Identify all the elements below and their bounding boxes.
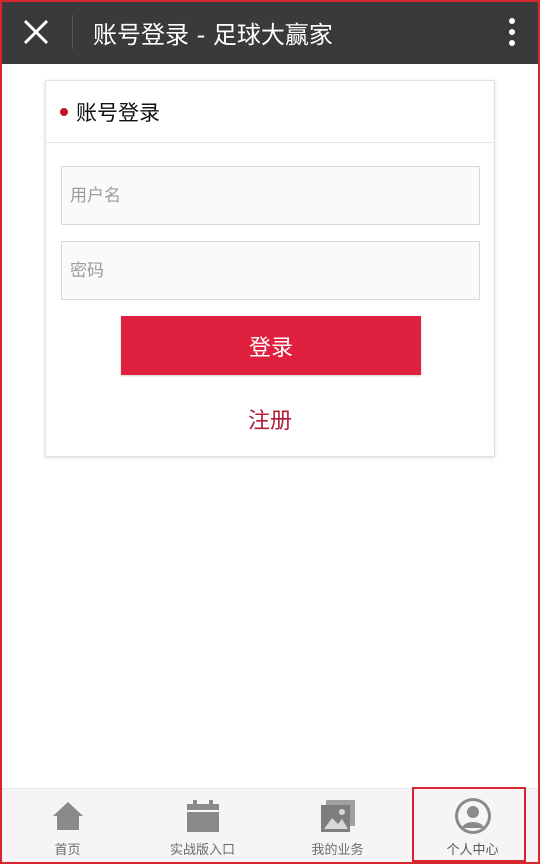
calendar-icon [184,797,222,835]
close-icon [23,19,49,45]
nav-item-home[interactable]: 首页 [0,789,135,864]
gallery-icon [319,797,357,835]
more-menu-button[interactable] [484,0,540,64]
more-vertical-icon [509,18,515,46]
home-icon [49,797,87,835]
user-avatar-icon [454,797,492,835]
login-card: 账号登录 登录 注册 [45,80,495,457]
login-card-header: 账号登录 [46,81,494,143]
nav-item-live-entry[interactable]: 实战版入口 [135,789,270,864]
password-input[interactable] [61,241,480,300]
login-button[interactable]: 登录 [121,316,421,375]
login-card-title: 账号登录 [76,100,160,125]
nav-label-profile: 个人中心 [446,843,499,858]
close-button[interactable] [0,0,72,64]
bullet-dot-icon [60,107,68,116]
nav-item-my-business[interactable]: 我的业务 [270,789,405,864]
nav-label-home: 首页 [54,843,81,858]
page-title: 账号登录 - 足球大赢家 [93,20,333,49]
header-divider [72,15,73,49]
nav-item-profile[interactable]: 个人中心 [405,789,540,864]
top-bar: 账号登录 - 足球大赢家 [0,0,540,64]
nav-label-live-entry: 实战版入口 [169,843,235,858]
register-link[interactable]: 注册 [46,403,494,435]
nav-label-my-business: 我的业务 [311,843,364,858]
username-input[interactable] [61,166,480,225]
bottom-nav: 首页 实战版入口 我的业务 个人中心 [0,788,540,864]
